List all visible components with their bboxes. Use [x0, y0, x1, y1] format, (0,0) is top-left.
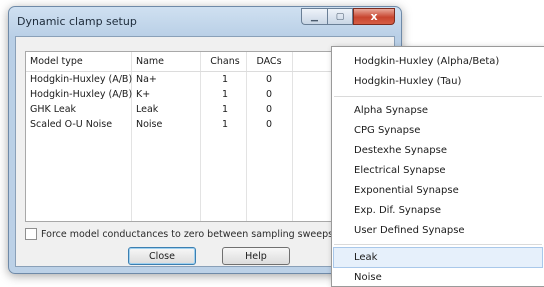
menu-item-cpg-synapse[interactable]: CPG Synapse: [334, 121, 542, 140]
cell-dacs: 0: [265, 89, 273, 100]
header-name[interactable]: Name: [136, 52, 164, 71]
force-zero-checkbox[interactable]: [25, 228, 37, 240]
cell-name: K+: [136, 89, 151, 100]
cell-chans: 1: [221, 89, 229, 100]
close-icon: x: [370, 10, 378, 23]
window-title: Dynamic clamp setup: [17, 15, 137, 28]
header-chans[interactable]: Chans: [204, 52, 246, 71]
minimize-button[interactable]: ▁: [301, 8, 327, 25]
cell-name: Na+: [136, 74, 157, 85]
menu-item-exponential-synapse[interactable]: Exponential Synapse: [334, 181, 542, 200]
menu-item-electrical-synapse[interactable]: Electrical Synapse: [334, 161, 542, 180]
menu-item-hh-tau[interactable]: Hodgkin-Huxley (Tau): [334, 72, 542, 91]
cell-dacs: 0: [265, 104, 273, 115]
header-dacs[interactable]: DACs: [248, 52, 290, 71]
help-button[interactable]: Help: [222, 247, 290, 265]
menu-item-hh-alpha-beta[interactable]: Hodgkin-Huxley (Alpha/Beta): [334, 52, 542, 71]
cell-chans: 1: [221, 119, 229, 130]
menu-separator: [334, 96, 542, 97]
menu-item-destexhe-synapse[interactable]: Destexhe Synapse: [334, 141, 542, 160]
minimize-icon: ▁: [311, 11, 318, 22]
menu-separator: [334, 244, 542, 245]
cell-dacs: 0: [265, 119, 273, 130]
cell-name: Leak: [136, 104, 159, 115]
maximize-icon: ▢: [335, 11, 345, 22]
cell-chans: 1: [221, 74, 229, 85]
menu-item-alpha-synapse[interactable]: Alpha Synapse: [334, 101, 542, 120]
header-model-type[interactable]: Model type: [30, 52, 83, 71]
close-button[interactable]: Close: [128, 247, 196, 265]
menu-item-noise[interactable]: Noise: [334, 268, 542, 287]
cell-chans: 1: [221, 104, 229, 115]
cell-name: Noise: [136, 119, 163, 130]
force-zero-label: Force model conductances to zero between…: [41, 228, 334, 240]
cell-model-type: Hodgkin-Huxley (A/B): [30, 74, 133, 85]
cell-model-type: GHK Leak: [30, 104, 77, 115]
cell-model-type: Hodgkin-Huxley (A/B): [30, 89, 133, 100]
cell-dacs: 0: [265, 74, 273, 85]
close-window-button[interactable]: x: [353, 8, 395, 25]
menu-item-user-defined-synapse[interactable]: User Defined Synapse: [334, 221, 542, 240]
menu-item-exp-dif-synapse[interactable]: Exp. Dif. Synapse: [334, 201, 542, 220]
model-type-popup-menu: Hodgkin-Huxley (Alpha/Beta) Hodgkin-Huxl…: [331, 46, 544, 287]
maximize-button[interactable]: ▢: [327, 8, 353, 25]
caption-buttons: ▁ ▢ x: [301, 8, 395, 25]
menu-item-leak[interactable]: Leak: [333, 247, 543, 268]
cell-model-type: Scaled O-U Noise: [30, 119, 113, 130]
force-zero-option[interactable]: Force model conductances to zero between…: [25, 228, 333, 240]
